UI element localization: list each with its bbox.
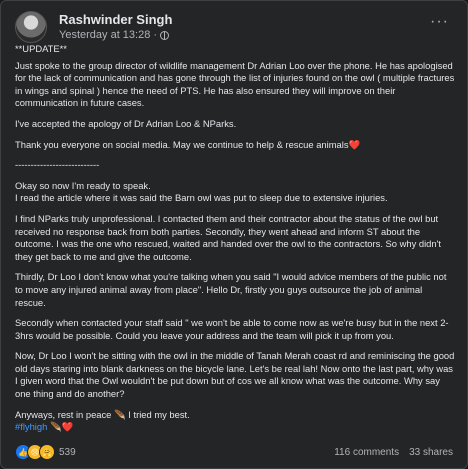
post-paragraph: Thirdly, Dr Loo I don't know what you're… bbox=[15, 271, 447, 308]
separator-line: --------------------------- bbox=[15, 159, 100, 171]
hashtag-emojis: 🪶❤️ bbox=[49, 421, 74, 433]
hashtag-line: #flyhigh 🪶❤️ bbox=[15, 421, 455, 434]
reaction-count[interactable]: 539 bbox=[59, 447, 76, 458]
post-paragraph: I find NParks truly unprofessional. I co… bbox=[15, 212, 441, 262]
post-paragraph: Anyways, rest in peace 🪶 I tried my best… bbox=[15, 408, 190, 420]
post-paragraph: Just spoke to the group director of wild… bbox=[15, 59, 455, 109]
post-header: Rashwinder Singh Yesterday at 13:28 · bbox=[15, 11, 172, 45]
hashtag-link[interactable]: #flyhigh bbox=[15, 421, 47, 432]
post-paragraph-text: Thank you everyone on social media. May … bbox=[15, 138, 349, 150]
post-meta: Rashwinder Singh Yesterday at 13:28 · bbox=[59, 11, 172, 42]
post-paragraph: Thank you everyone on social media. May … bbox=[15, 139, 455, 152]
timestamp[interactable]: Yesterday at 13:28 bbox=[59, 28, 150, 42]
comments-count[interactable]: 116 comments bbox=[334, 447, 399, 458]
dot-separator: · bbox=[153, 29, 158, 41]
reactions-summary[interactable]: 👍 😢 🤗 539 bbox=[15, 444, 76, 460]
heart-emoji: ❤️ bbox=[348, 138, 361, 150]
post-paragraph: **UPDATE** bbox=[15, 43, 67, 54]
post-footer: 👍 😢 🤗 539 116 comments 33 shares bbox=[15, 444, 453, 460]
timestamp-row: Yesterday at 13:28 · bbox=[59, 28, 172, 42]
avatar[interactable] bbox=[15, 11, 47, 43]
more-options-button[interactable]: ··· bbox=[430, 13, 449, 31]
post-paragraph: I read the article where it was said the… bbox=[15, 192, 388, 204]
post-paragraph: Now, Dr Loo I won't be sitting with the … bbox=[15, 350, 455, 400]
post-paragraph: Okay so now I'm ready to speak. bbox=[15, 179, 151, 191]
shares-count[interactable]: 33 shares bbox=[409, 447, 453, 458]
author-name[interactable]: Rashwinder Singh bbox=[59, 12, 172, 28]
post-paragraph: Secondly when contacted your staff said … bbox=[15, 317, 449, 341]
globe-icon bbox=[160, 30, 170, 40]
post-card: Rashwinder Singh Yesterday at 13:28 · ··… bbox=[0, 0, 468, 469]
engagement-stats: 116 comments 33 shares bbox=[334, 447, 453, 458]
post-body: **UPDATE** Just spoke to the group direc… bbox=[15, 43, 455, 442]
care-reaction-icon: 🤗 bbox=[39, 444, 55, 460]
post-paragraph: I've accepted the apology of Dr Adrian L… bbox=[15, 117, 237, 129]
